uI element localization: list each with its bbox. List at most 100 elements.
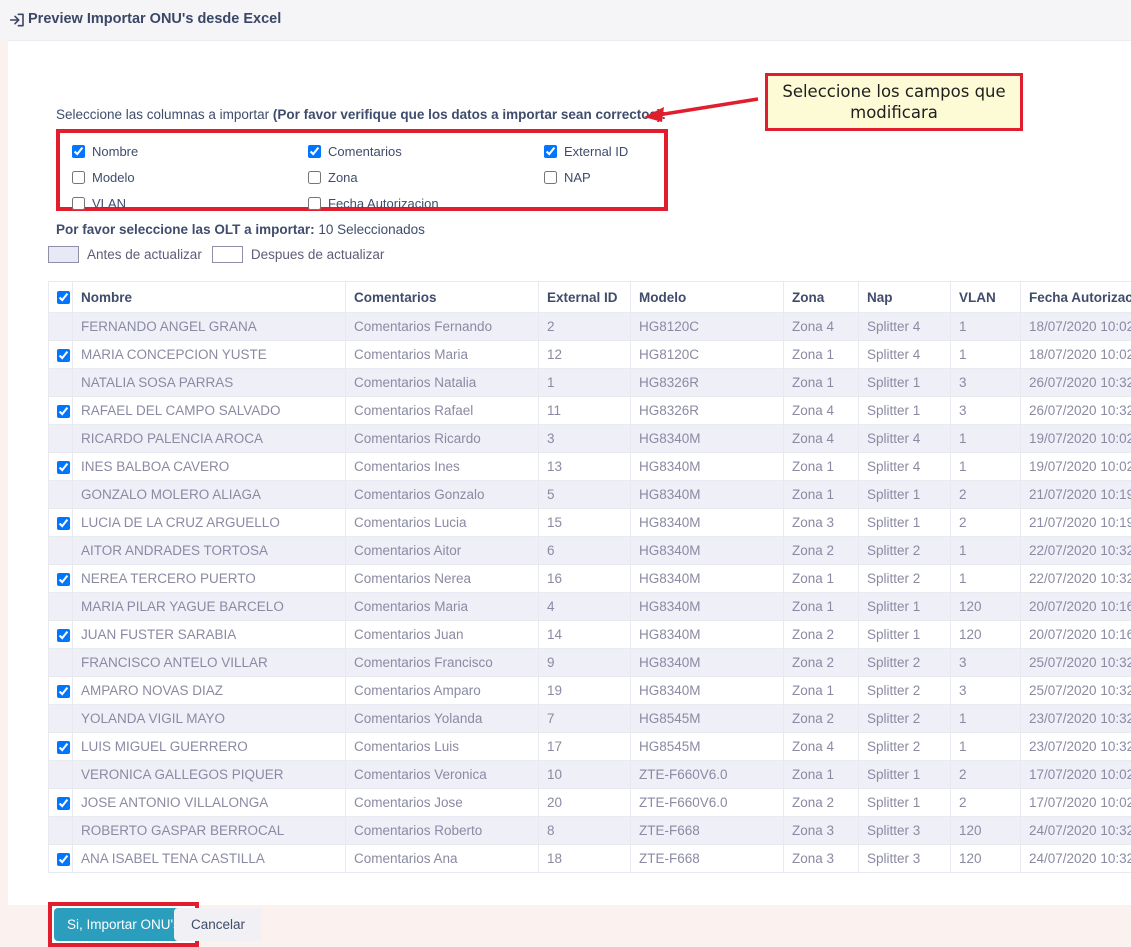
content-card: Seleccione las columnas a importar (Por … bbox=[8, 40, 1131, 905]
row-checkbox[interactable] bbox=[57, 405, 70, 418]
column-header-comentarios: Comentarios bbox=[346, 282, 539, 313]
cell-vlan: 3 bbox=[951, 649, 1021, 677]
cell-nap: Splitter 3 bbox=[859, 845, 951, 873]
row-checkbox[interactable] bbox=[57, 629, 70, 642]
checkbox-icon[interactable] bbox=[308, 197, 321, 210]
columns-select-label: Seleccione las columnas a importar (Por … bbox=[56, 107, 666, 122]
table-row: LUCIA DE LA CRUZ ARGUELLOComentarios Luc… bbox=[49, 509, 1131, 537]
column-checkbox-external-id[interactable]: External ID bbox=[544, 142, 664, 161]
cell-nap: Splitter 1 bbox=[859, 397, 951, 425]
cell-comentarios: Comentarios Roberto bbox=[346, 817, 539, 845]
row-checkbox[interactable] bbox=[57, 349, 70, 362]
checkbox-icon[interactable] bbox=[308, 145, 321, 158]
cell-nombre: AMPARO NOVAS DIAZ bbox=[73, 677, 346, 705]
cell-comentarios: Comentarios Luis bbox=[346, 733, 539, 761]
column-checkbox-fecha-autorizacion[interactable]: Fecha Autorizacion bbox=[308, 194, 544, 213]
row-select-cell bbox=[49, 397, 73, 425]
cell-nombre: FRANCISCO ANTELO VILLAR bbox=[73, 649, 346, 677]
cell-external_id: 16 bbox=[539, 565, 631, 593]
table-row: VERONICA GALLEGOS PIQUERComentarios Vero… bbox=[49, 761, 1131, 789]
cell-zona: Zona 2 bbox=[784, 537, 859, 565]
table-row: JOSE ANTONIO VILLALONGAComentarios Jose2… bbox=[49, 789, 1131, 817]
checkbox-icon[interactable] bbox=[544, 171, 557, 184]
olt-select-label: Por favor seleccione las OLT a importar: bbox=[56, 222, 315, 237]
cell-nombre: AITOR ANDRADES TORTOSA bbox=[73, 537, 346, 565]
cell-modelo: HG8340M bbox=[631, 677, 784, 705]
cell-nap: Splitter 4 bbox=[859, 453, 951, 481]
cell-external_id: 20 bbox=[539, 789, 631, 817]
cell-comentarios: Comentarios Gonzalo bbox=[346, 481, 539, 509]
cell-comentarios: Comentarios Juan bbox=[346, 621, 539, 649]
column-checkbox-comentarios[interactable]: Comentarios bbox=[308, 142, 544, 161]
cell-vlan: 1 bbox=[951, 733, 1021, 761]
cell-nap: Splitter 1 bbox=[859, 481, 951, 509]
row-checkbox[interactable] bbox=[57, 685, 70, 698]
row-select-cell bbox=[49, 453, 73, 481]
column-checkbox-zona[interactable]: Zona bbox=[308, 168, 544, 187]
row-checkbox[interactable] bbox=[57, 853, 70, 866]
checkbox-icon[interactable] bbox=[72, 171, 85, 184]
table-row: RICARDO PALENCIA AROCAComentarios Ricard… bbox=[49, 425, 1131, 453]
select-all-checkbox[interactable] bbox=[57, 291, 70, 304]
cell-modelo: HG8340M bbox=[631, 509, 784, 537]
column-checkbox-modelo[interactable]: Modelo bbox=[72, 168, 308, 187]
table-row: RAFAEL DEL CAMPO SALVADOComentarios Rafa… bbox=[49, 397, 1131, 425]
cell-nombre: JUAN FUSTER SARABIA bbox=[73, 621, 346, 649]
cell-comentarios: Comentarios Jose bbox=[346, 789, 539, 817]
row-checkbox[interactable] bbox=[57, 517, 70, 530]
cell-external_id: 12 bbox=[539, 341, 631, 369]
cell-external_id: 11 bbox=[539, 397, 631, 425]
column-header-vlan: VLAN bbox=[951, 282, 1021, 313]
cell-vlan: 1 bbox=[951, 313, 1021, 341]
cell-comentarios: Comentarios Maria bbox=[346, 341, 539, 369]
cell-nombre: INES BALBOA CAVERO bbox=[73, 453, 346, 481]
columns-annotation-rectangle: Nombre ComentariosExternal ID ModeloZonaNA… bbox=[56, 129, 668, 211]
row-select-cell bbox=[49, 761, 73, 789]
cell-nombre: VERONICA GALLEGOS PIQUER bbox=[73, 761, 346, 789]
column-checkbox-label: Nombre bbox=[92, 144, 138, 159]
row-checkbox[interactable] bbox=[57, 573, 70, 586]
cell-zona: Zona 2 bbox=[784, 705, 859, 733]
row-color-legend: Antes de actualizar Despues de actualiza… bbox=[48, 246, 394, 263]
checkbox-icon[interactable] bbox=[72, 145, 85, 158]
cancel-button[interactable]: Cancelar bbox=[174, 908, 262, 941]
column-checkbox-nap[interactable]: NAP bbox=[544, 168, 664, 187]
cell-nombre: ANA ISABEL TENA CASTILLA bbox=[73, 845, 346, 873]
cell-comentarios: Comentarios Ines bbox=[346, 453, 539, 481]
table-row: NEREA TERCERO PUERTOComentarios Nerea16H… bbox=[49, 565, 1131, 593]
cell-nap: Splitter 1 bbox=[859, 789, 951, 817]
column-checkbox-nombre[interactable]: Nombre bbox=[72, 142, 308, 161]
cell-modelo: ZTE-F668 bbox=[631, 817, 784, 845]
checkbox-icon[interactable] bbox=[72, 197, 85, 210]
column-checkbox-vlan[interactable]: VLAN bbox=[72, 194, 308, 213]
cell-nap: Splitter 2 bbox=[859, 565, 951, 593]
column-header-zona: Zona bbox=[784, 282, 859, 313]
cell-comentarios: Comentarios Natalia bbox=[346, 369, 539, 397]
cell-external_id: 13 bbox=[539, 453, 631, 481]
checkbox-icon[interactable] bbox=[308, 171, 321, 184]
checkbox-icon[interactable] bbox=[544, 145, 557, 158]
row-checkbox[interactable] bbox=[57, 797, 70, 810]
cell-zona: Zona 4 bbox=[784, 313, 859, 341]
row-checkbox[interactable] bbox=[57, 461, 70, 474]
cell-nap: Splitter 2 bbox=[859, 677, 951, 705]
cell-external_id: 3 bbox=[539, 425, 631, 453]
row-select-cell bbox=[49, 565, 73, 593]
import-onus-button[interactable]: Si, Importar ONU's bbox=[54, 908, 193, 941]
cell-zona: Zona 4 bbox=[784, 425, 859, 453]
cell-zona: Zona 1 bbox=[784, 761, 859, 789]
table-row: YOLANDA VIGIL MAYOComentarios Yolanda7HG… bbox=[49, 705, 1131, 733]
legend-after-label: Despues de actualizar bbox=[251, 247, 385, 262]
row-select-cell bbox=[49, 705, 73, 733]
column-header-fecha-autorización: Fecha Autorización bbox=[1021, 282, 1131, 313]
table-row: GONZALO MOLERO ALIAGAComentarios Gonzalo… bbox=[49, 481, 1131, 509]
cell-nombre: JOSE ANTONIO VILLALONGA bbox=[73, 789, 346, 817]
column-header-nombre: Nombre bbox=[73, 282, 346, 313]
cell-external_id: 5 bbox=[539, 481, 631, 509]
cell-vlan: 120 bbox=[951, 817, 1021, 845]
cell-fecha: 18/07/2020 10:02 bbox=[1021, 313, 1131, 341]
row-checkbox[interactable] bbox=[57, 741, 70, 754]
cell-vlan: 120 bbox=[951, 593, 1021, 621]
cell-modelo: HG8340M bbox=[631, 621, 784, 649]
cell-comentarios: Comentarios Francisco bbox=[346, 649, 539, 677]
